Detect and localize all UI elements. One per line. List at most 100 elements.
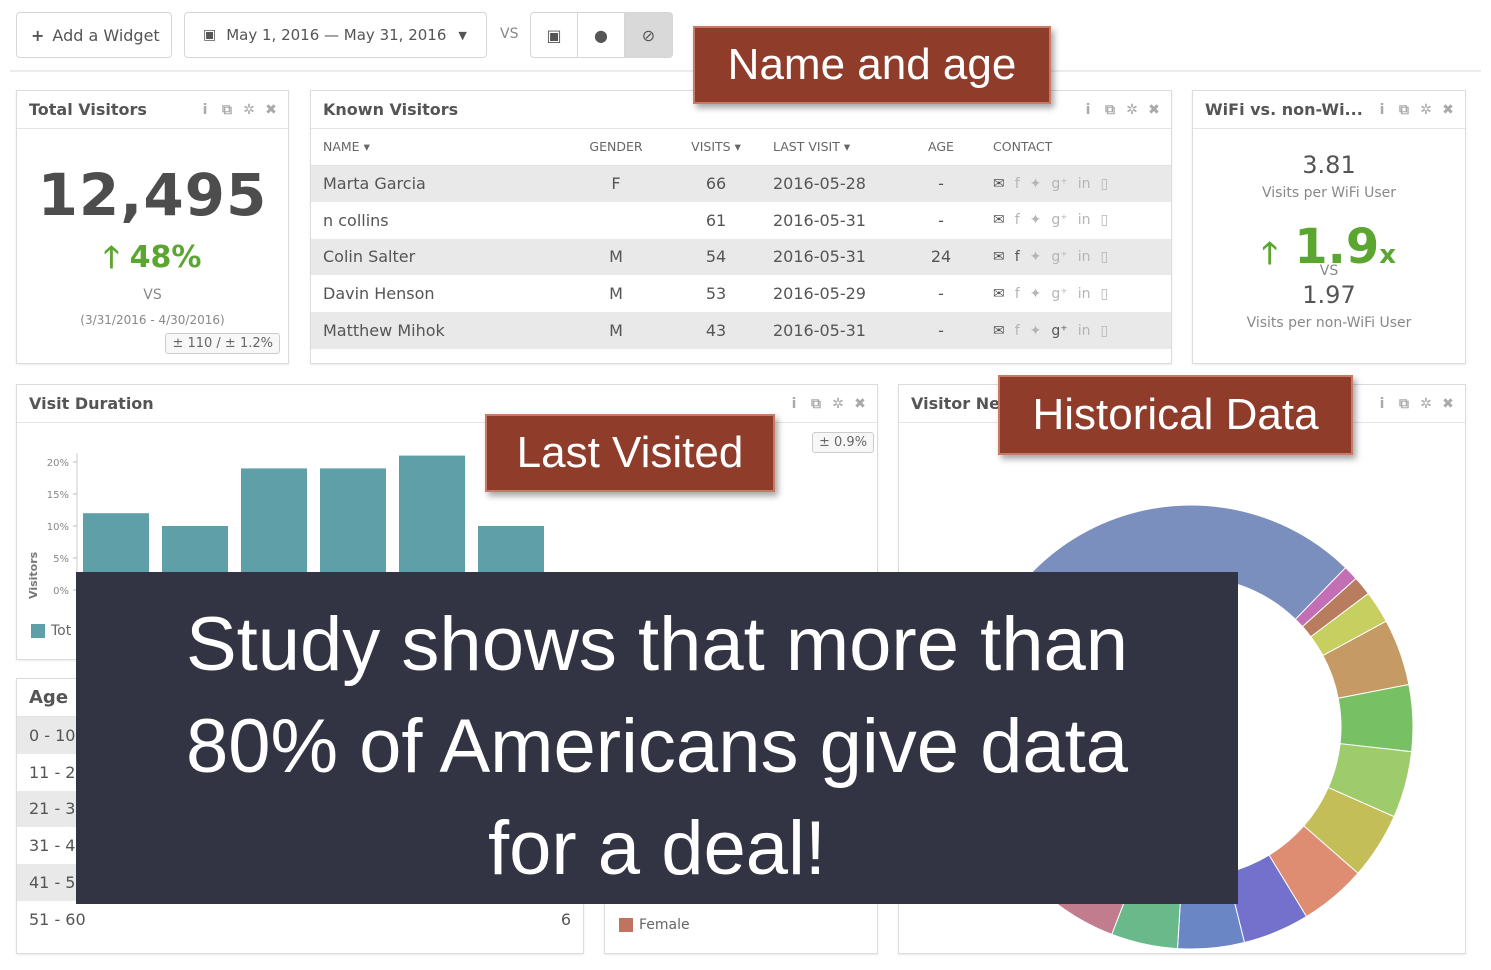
visitor-last-visit: 2016-05-28 — [761, 165, 901, 202]
phone-icon[interactable]: ▯ — [1100, 176, 1108, 192]
facebook-icon[interactable]: f — [1015, 249, 1020, 265]
close-icon[interactable]: ✖ — [853, 396, 867, 412]
gear-icon[interactable]: ✲ — [1125, 102, 1139, 118]
widget-actions: i ⧉ ✲ ✖ — [787, 385, 867, 423]
mail-icon[interactable]: ✉ — [993, 286, 1005, 302]
column-header-visits[interactable]: VISITS ▾ — [671, 129, 761, 166]
info-icon[interactable]: i — [1375, 102, 1389, 118]
linkedin-icon[interactable]: in — [1078, 286, 1091, 302]
visitor-age: - — [938, 210, 944, 230]
mail-icon[interactable]: ✉ — [993, 323, 1005, 339]
banner-line-3: for a deal! — [488, 806, 826, 891]
google-plus-icon[interactable]: g⁺ — [1051, 249, 1067, 265]
change-value: 48% — [129, 240, 202, 275]
visitor-contact: ✉ f ✦ g⁺ in ▯ — [981, 238, 1171, 276]
mail-icon[interactable]: ✉ — [993, 212, 1005, 228]
table-row[interactable]: n collins 61 2016-05-31 - ✉ f ✦ g⁺ in ▯ — [311, 202, 1171, 239]
calendar-compare-button[interactable]: ▣ — [531, 13, 578, 57]
visitor-name[interactable]: Davin Henson — [311, 275, 561, 312]
linkedin-icon[interactable]: in — [1078, 323, 1091, 339]
gear-icon[interactable]: ✲ — [1419, 396, 1433, 412]
arrow-up-icon: 🡑 — [103, 240, 120, 275]
widget-title: Total Visitors — [29, 100, 147, 119]
add-widget-button[interactable]: + Add a Widget — [16, 12, 172, 58]
export-icon[interactable]: ⧉ — [1397, 102, 1411, 118]
compare-segment[interactable]: ▣ ● ⊘ — [530, 12, 673, 58]
twitter-icon[interactable]: ✦ — [1030, 323, 1042, 339]
table-row[interactable]: Matthew Mihok M 43 2016-05-31 - ✉ f ✦ g⁺ in ▯ — [311, 312, 1171, 349]
info-icon[interactable]: i — [198, 102, 212, 118]
age-range: 51 - 60 — [29, 909, 86, 929]
list-item: 51 - 60 6 — [17, 901, 583, 938]
visitor-name[interactable]: Colin Salter — [311, 238, 561, 276]
export-icon[interactable]: ⧉ — [809, 396, 823, 412]
gear-icon[interactable]: ✲ — [1419, 102, 1433, 118]
callout-historical-data: Historical Data — [998, 375, 1353, 455]
legend-label: Tot — [51, 623, 72, 639]
visitor-gender: M — [561, 312, 671, 349]
age-range: 41 - 5 — [29, 873, 76, 893]
date-range-picker[interactable]: ▣ May 1, 2016 — May 31, 2016 ▼ — [184, 12, 487, 58]
facebook-icon[interactable]: f — [1015, 212, 1020, 228]
visitor-age: - — [901, 312, 981, 349]
visitor-visits: 54 — [671, 238, 761, 276]
phone-icon[interactable]: ▯ — [1100, 212, 1108, 228]
phone-icon[interactable]: ▯ — [1100, 286, 1108, 302]
export-icon[interactable]: ⧉ — [220, 102, 234, 118]
widget-actions: i ⧉ ✲ ✖ — [1375, 91, 1455, 129]
location-compare-button[interactable]: ● — [578, 13, 625, 57]
export-icon[interactable]: ⧉ — [1397, 396, 1411, 412]
table-row[interactable]: Colin Salter M 54 2016-05-31 24 ✉ f ✦ g⁺ in ▯ — [311, 238, 1171, 276]
column-header-name[interactable]: NAME ▾ — [311, 129, 561, 166]
info-icon[interactable]: i — [1375, 396, 1389, 412]
widget-title: Age — [29, 687, 69, 708]
visitor-contact: ✉ f ✦ g⁺ in ▯ — [981, 275, 1171, 312]
linkedin-icon[interactable]: in — [1078, 212, 1091, 228]
twitter-icon[interactable]: ✦ — [1030, 249, 1042, 265]
close-icon[interactable]: ✖ — [1147, 102, 1161, 118]
widget-actions: i ⧉ ✲ ✖ — [198, 91, 278, 129]
table-row[interactable]: Marta Garcia F 66 2016-05-28 - ✉ f ✦ g⁺ in ▯ — [311, 165, 1171, 202]
widget-title: Visitor Ne — [911, 394, 1000, 413]
y-axis-label: Visitors — [27, 551, 40, 599]
google-plus-icon[interactable]: g⁺ — [1051, 212, 1067, 228]
table-row[interactable]: Davin Henson M 53 2016-05-29 - ✉ f ✦ g⁺ in ▯ — [311, 275, 1171, 312]
twitter-icon[interactable]: ✦ — [1030, 286, 1042, 302]
linkedin-icon[interactable]: in — [1078, 249, 1091, 265]
twitter-icon[interactable]: ✦ — [1030, 212, 1042, 228]
google-plus-icon[interactable]: g⁺ — [1051, 176, 1067, 192]
google-plus-icon[interactable]: g⁺ — [1051, 323, 1067, 339]
facebook-icon[interactable]: f — [1015, 286, 1020, 302]
table-header-row: NAME ▾ GENDER VISITS ▾ LAST VISIT ▾ AGE … — [311, 129, 1171, 166]
visitor-name[interactable]: n collins — [311, 202, 561, 239]
close-icon[interactable]: ✖ — [1441, 102, 1455, 118]
close-icon[interactable]: ✖ — [264, 102, 278, 118]
legend: Tot — [31, 623, 71, 639]
linkedin-icon[interactable]: in — [1078, 176, 1091, 192]
phone-icon[interactable]: ▯ — [1100, 249, 1108, 265]
gear-icon[interactable]: ✲ — [242, 102, 256, 118]
no-compare-button[interactable]: ⊘ — [625, 13, 672, 57]
visitor-name[interactable]: Matthew Mihok — [311, 312, 561, 349]
info-icon[interactable]: i — [787, 396, 801, 412]
compare-range: (3/31/2016 - 4/30/2016) — [80, 313, 225, 327]
banner-line-2: 80% of Americans give data — [185, 704, 1129, 789]
facebook-icon[interactable]: f — [1015, 176, 1020, 192]
widget-title: Known Visitors — [323, 100, 459, 119]
phone-icon[interactable]: ▯ — [1100, 323, 1108, 339]
google-plus-icon[interactable]: g⁺ — [1051, 286, 1067, 302]
mail-icon[interactable]: ✉ — [993, 176, 1005, 192]
export-icon[interactable]: ⧉ — [1103, 102, 1117, 118]
column-header-gender: GENDER — [561, 129, 671, 166]
column-header-last-visit[interactable]: LAST VISIT ▾ — [761, 129, 901, 166]
gear-icon[interactable]: ✲ — [831, 396, 845, 412]
visitor-name[interactable]: Marta Garcia — [311, 165, 561, 202]
visitor-last-visit: 2016-05-31 — [761, 238, 901, 276]
known-visitors-table: NAME ▾ GENDER VISITS ▾ LAST VISIT ▾ AGE … — [311, 129, 1171, 349]
mail-icon[interactable]: ✉ — [993, 249, 1005, 265]
twitter-icon[interactable]: ✦ — [1030, 176, 1042, 192]
y-tick-label: 5% — [53, 554, 69, 565]
info-icon[interactable]: i — [1081, 102, 1095, 118]
facebook-icon[interactable]: f — [1015, 323, 1020, 339]
close-icon[interactable]: ✖ — [1441, 396, 1455, 412]
